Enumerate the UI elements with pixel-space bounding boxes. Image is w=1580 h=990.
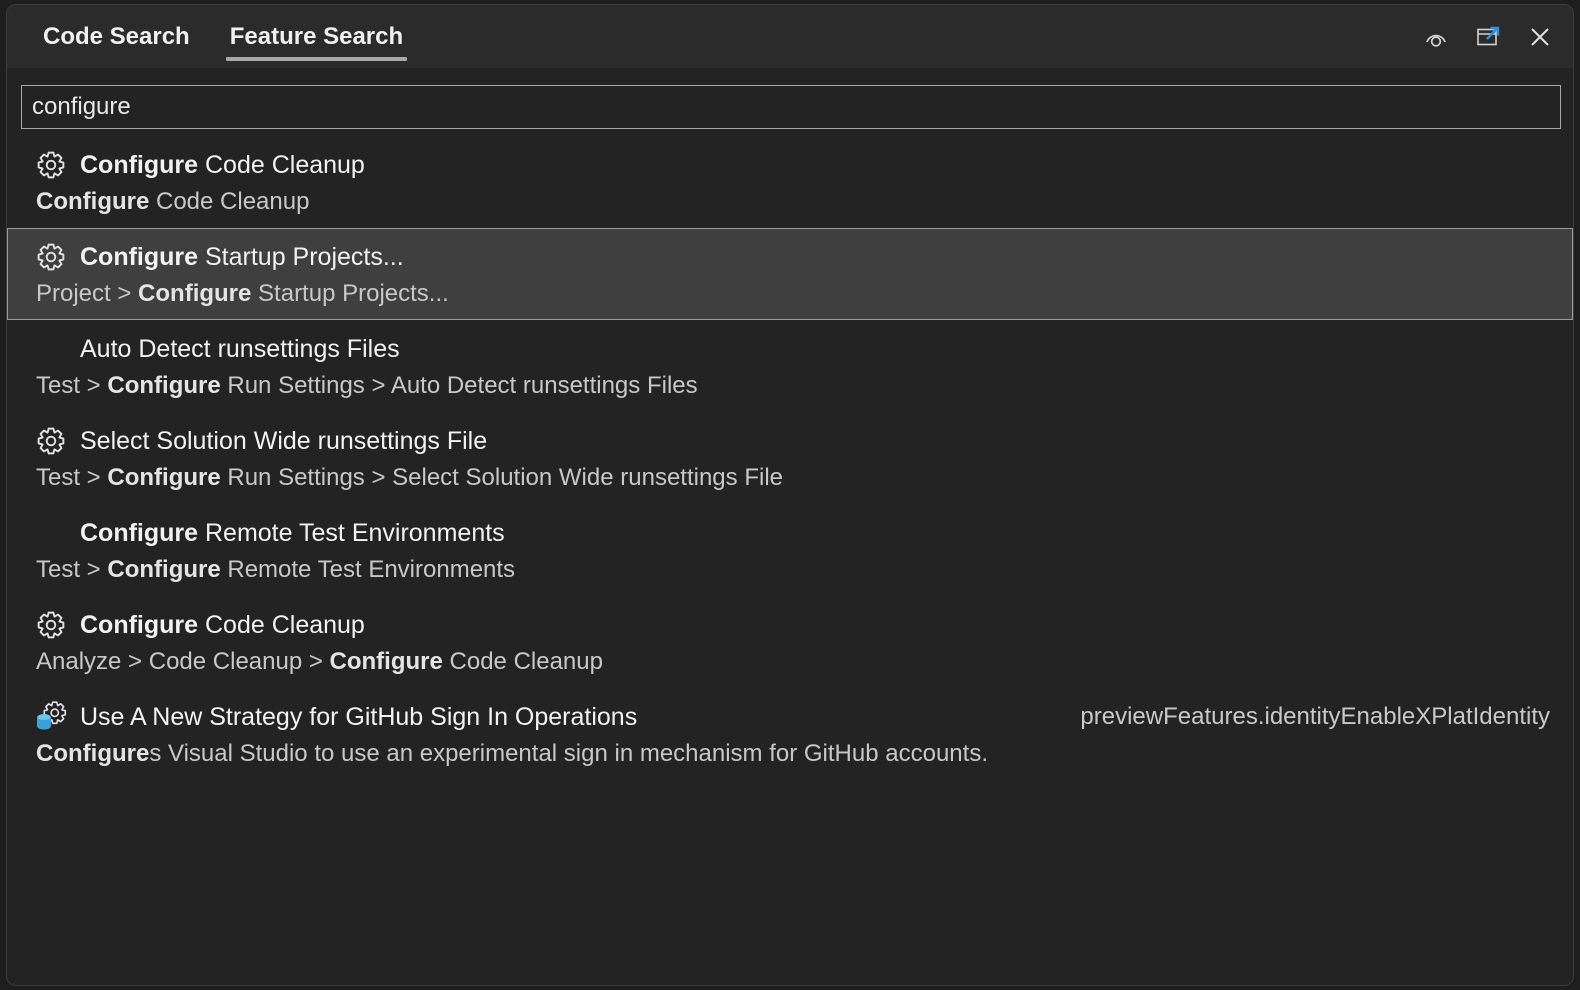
result-breadcrumb-part: Configure bbox=[330, 648, 443, 675]
result-breadcrumb-part: Configure bbox=[107, 556, 220, 583]
tab-feature-search-label: Feature Search bbox=[230, 23, 403, 51]
tab-code-search[interactable]: Code Search bbox=[23, 5, 210, 68]
result-breadcrumb-part: Test > bbox=[36, 372, 107, 399]
feature-flag-id: previewFeatures.identityEnableXPlatIdent… bbox=[1080, 703, 1550, 731]
result-breadcrumb-part: Configure bbox=[36, 188, 149, 215]
result-breadcrumb-part: Configure bbox=[107, 464, 220, 491]
result-title-row: Auto Detect runsettings Files bbox=[24, 331, 1556, 367]
search-field-wrapper bbox=[21, 85, 1561, 129]
result-breadcrumb-part: Startup Projects... bbox=[251, 280, 448, 307]
result-breadcrumb-part: Configure bbox=[107, 372, 220, 399]
result-title-part: Select Solution Wide runsettings File bbox=[80, 427, 487, 455]
gear-icon bbox=[36, 241, 76, 273]
result-title-part: Auto Detect runsettings Files bbox=[80, 335, 400, 363]
result-title: Auto Detect runsettings Files bbox=[80, 335, 400, 364]
result-breadcrumb-part: Analyze > Code Cleanup > bbox=[36, 648, 330, 675]
tab-bar: Code Search Feature Search bbox=[23, 5, 423, 68]
result-title-part: Startup Projects... bbox=[198, 243, 404, 271]
result-breadcrumb-part: Remote Test Environments bbox=[221, 556, 515, 583]
tab-feature-search[interactable]: Feature Search bbox=[210, 5, 423, 68]
result-title-part: Configure bbox=[80, 611, 198, 639]
result-breadcrumb-part: Configure bbox=[138, 280, 251, 307]
close-icon[interactable] bbox=[1521, 18, 1559, 56]
result-breadcrumb-part: Test > bbox=[36, 556, 107, 583]
feature-flag-icon bbox=[36, 701, 76, 733]
result-title: Use A New Strategy for GitHub Sign In Op… bbox=[80, 703, 637, 732]
result-breadcrumb: Configures Visual Studio to use an exper… bbox=[36, 737, 1556, 771]
result-breadcrumb-part: Code Cleanup bbox=[443, 648, 603, 675]
feature-search-window: Code Search Feature Search bbox=[6, 4, 1574, 986]
gear-icon bbox=[36, 149, 76, 181]
result-title: Configure Code Cleanup bbox=[80, 151, 365, 180]
result-item[interactable]: Select Solution Wide runsettings File Tes… bbox=[7, 412, 1573, 504]
gear-icon bbox=[36, 425, 76, 457]
no-icon-placeholder bbox=[36, 517, 76, 549]
result-item[interactable]: Auto Detect runsettings Files Test > Conf… bbox=[7, 320, 1573, 412]
result-title-part: Configure bbox=[80, 243, 198, 271]
window-controls bbox=[1417, 5, 1559, 68]
result-item[interactable]: Configure Remote Test EnvironmentsTest >… bbox=[7, 504, 1573, 596]
titlebar: Code Search Feature Search bbox=[7, 5, 1573, 68]
result-title: Configure Code Cleanup bbox=[80, 611, 365, 640]
result-breadcrumb-part: Test > bbox=[36, 464, 107, 491]
result-item[interactable]: previewFeatures.identityEnableXPlatIdent… bbox=[7, 688, 1573, 780]
preview-eye-icon[interactable] bbox=[1417, 18, 1455, 56]
result-title-row: Configure Remote Test Environments bbox=[24, 515, 1556, 551]
result-breadcrumb-part: Run Settings > Select Solution Wide runs… bbox=[221, 464, 783, 491]
result-breadcrumb: Analyze > Code Cleanup > Configure Code … bbox=[36, 645, 1556, 679]
result-breadcrumb: Test > Configure Run Settings > Auto Det… bbox=[36, 369, 1556, 403]
result-breadcrumb: Test > Configure Run Settings > Select S… bbox=[36, 461, 1556, 495]
result-title-row: Configure Code Cleanup bbox=[24, 147, 1556, 183]
result-title-row: Configure Startup Projects... bbox=[24, 239, 1556, 275]
tab-code-search-label: Code Search bbox=[43, 23, 190, 51]
result-title-part: Configure bbox=[80, 519, 198, 547]
result-breadcrumb: Project > Configure Startup Projects... bbox=[36, 277, 1556, 311]
result-title-part: Code Cleanup bbox=[198, 611, 365, 639]
result-item[interactable]: Configure Startup Projects...Project > C… bbox=[7, 228, 1573, 320]
open-in-new-window-icon[interactable] bbox=[1469, 18, 1507, 56]
result-title-row: Select Solution Wide runsettings File bbox=[24, 423, 1556, 459]
result-title: Configure Startup Projects... bbox=[80, 243, 404, 272]
search-input[interactable] bbox=[21, 85, 1561, 129]
result-breadcrumb: Configure Code Cleanup bbox=[36, 185, 1556, 219]
result-title: Configure Remote Test Environments bbox=[80, 519, 505, 548]
result-breadcrumb-part: s Visual Studio to use an experimental s… bbox=[149, 740, 988, 767]
result-breadcrumb-part: Run Settings > Auto Detect runsettings F… bbox=[221, 372, 698, 399]
result-breadcrumb: Test > Configure Remote Test Environment… bbox=[36, 553, 1556, 587]
result-title-part: Code Cleanup bbox=[198, 151, 365, 179]
result-title-row: Configure Code Cleanup bbox=[24, 607, 1556, 643]
result-title-part: Configure bbox=[80, 151, 198, 179]
result-item[interactable]: Configure Code CleanupConfigure Code Cle… bbox=[7, 136, 1573, 228]
result-title-part: Use A New Strategy for GitHub Sign In Op… bbox=[80, 703, 637, 731]
result-title-part: Remote Test Environments bbox=[198, 519, 505, 547]
result-breadcrumb-part: Configure bbox=[36, 740, 149, 767]
result-item[interactable]: Configure Code CleanupAnalyze > Code Cle… bbox=[7, 596, 1573, 688]
results-list: Configure Code CleanupConfigure Code Cle… bbox=[7, 136, 1573, 985]
no-icon-placeholder bbox=[36, 333, 76, 365]
result-breadcrumb-part: Code Cleanup bbox=[149, 188, 309, 215]
result-title: Select Solution Wide runsettings File bbox=[80, 427, 487, 456]
result-breadcrumb-part: Project > bbox=[36, 280, 138, 307]
gear-icon bbox=[36, 609, 76, 641]
